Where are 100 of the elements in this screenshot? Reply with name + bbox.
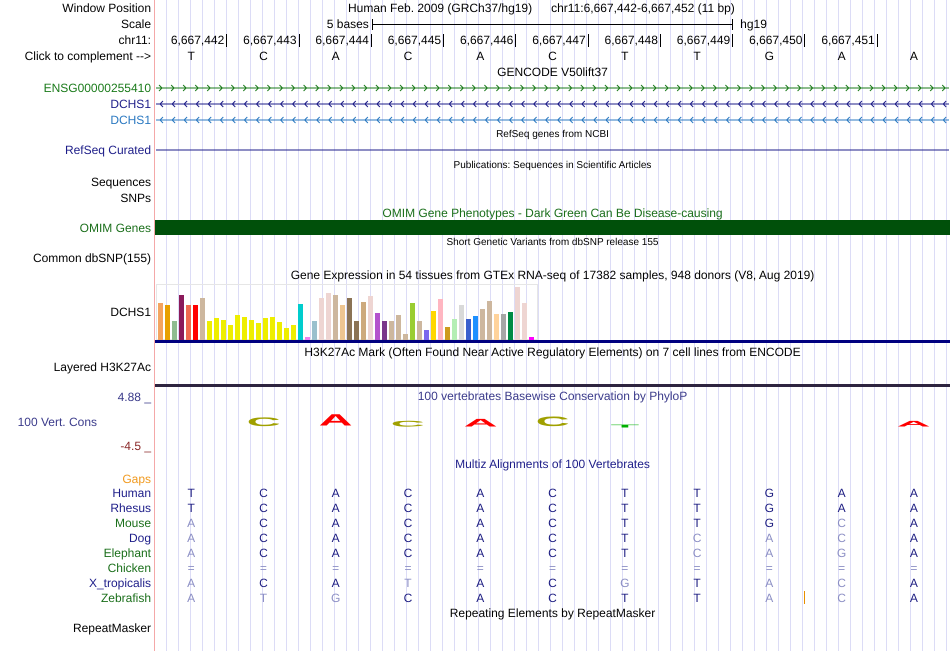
position-label: 6,667,450 — [749, 34, 806, 46]
species-label[interactable]: Mouse — [114, 516, 151, 530]
base-letter: C — [548, 486, 557, 500]
base-letter: A — [838, 500, 846, 514]
complement-link[interactable]: Click to complement --> — [24, 49, 151, 63]
base-letter: C — [547, 49, 558, 63]
base-letter: A — [330, 49, 341, 63]
track-label[interactable]: DCHS1 — [110, 113, 151, 127]
track-label[interactable]: OMIM Genes — [80, 221, 151, 235]
base-letter: = — [766, 560, 773, 574]
base-letter: C — [259, 530, 268, 544]
position-label: 6,667,444 — [315, 34, 372, 46]
logo-letter: C — [536, 414, 570, 428]
logo-letter: C — [391, 420, 425, 428]
base-letter: C — [259, 500, 268, 514]
base-letter: T — [621, 590, 628, 604]
base-letter: C — [404, 530, 412, 544]
base-letter: A — [476, 530, 484, 544]
axis-label: 4.88 _ — [118, 390, 151, 404]
base-letter: C — [259, 516, 268, 530]
species-label[interactable]: Rhesus — [110, 500, 151, 514]
base-letter: T — [621, 486, 628, 500]
position-label: 6,667,449 — [676, 34, 734, 46]
base-letter: T — [186, 49, 196, 63]
base-letter: C — [837, 530, 846, 544]
base-letter: A — [910, 590, 918, 604]
base-letter: A — [910, 546, 918, 560]
species-label[interactable]: Dog — [128, 530, 151, 544]
logo-letter: C — [246, 416, 280, 428]
base-letter: = — [260, 560, 267, 574]
base-letter: G — [331, 590, 340, 604]
base-letter: C — [258, 49, 269, 63]
gene-feature[interactable] — [156, 100, 950, 108]
track-label: Window Position — [62, 1, 151, 15]
base-letter: A — [838, 486, 846, 500]
species-label[interactable]: Chicken — [108, 560, 151, 574]
scale-assembly: hg19 — [739, 17, 768, 31]
track-label[interactable]: ENSG00000255410 — [44, 81, 151, 95]
base-letter: T — [693, 516, 701, 530]
species-label[interactable]: Elephant — [104, 546, 151, 560]
track-title: Gene Expression in 54 tissues from GTEx RNA-seq of 17382 samples, 948 donors (V8, Aug 2019) — [290, 268, 814, 282]
scale-label: 5 bases — [326, 17, 370, 31]
species-label[interactable]: Zebrafish — [100, 590, 151, 604]
base-letter: = — [910, 560, 918, 574]
base-letter: T — [693, 486, 701, 500]
base-letter: A — [765, 546, 774, 560]
base-letter: A — [187, 516, 196, 530]
logo-letter: A — [896, 420, 931, 428]
track-title: Repeating Elements by RepeatMasker — [450, 606, 656, 620]
position-label: 6,667,443 — [243, 34, 300, 46]
base-letter: A — [765, 590, 774, 604]
track-label: chr11: — [118, 33, 151, 47]
base-letter: A — [332, 500, 340, 514]
base-letter: A — [332, 516, 340, 530]
base-letter: A — [332, 486, 340, 500]
base-letter: = — [548, 560, 556, 574]
base-letter: G — [836, 546, 846, 560]
base-letter: C — [837, 590, 846, 604]
base-letter: A — [332, 576, 340, 590]
base-letter: G — [764, 486, 774, 500]
track-title: Multiz Alignments of 100 Vertebrates — [455, 456, 650, 470]
species-label[interactable]: X_tropicalis — [88, 576, 151, 590]
track-label[interactable]: DCHS1 — [110, 97, 151, 111]
base-letter: A — [476, 546, 484, 560]
position-text: chr11:6,667,442-6,667,452 (11 bp) — [551, 1, 735, 15]
track-label: Layered H3K27Ac — [54, 360, 151, 374]
base-letter: C — [259, 576, 268, 590]
track-title: OMIM Gene Phenotypes - Dark Green Can Be Disease-causing — [382, 206, 723, 220]
track-label: Scale — [120, 17, 151, 31]
base-letter: T — [620, 49, 630, 63]
base-letter: T — [693, 576, 701, 590]
base-letter: T — [621, 500, 628, 514]
base-letter: G — [764, 516, 774, 530]
base-letter: C — [548, 530, 557, 544]
base-letter: C — [548, 576, 557, 590]
base-letter: A — [910, 486, 918, 500]
base-letter: A — [765, 576, 774, 590]
base-letter: C — [548, 516, 557, 530]
position-label: 6,667,442 — [170, 34, 228, 46]
base-letter: G — [620, 576, 630, 590]
base-letter: C — [692, 530, 702, 544]
track-title: Short Genetic Variants from dbSNP release 155 — [446, 236, 658, 250]
species-label[interactable]: Human — [112, 486, 151, 500]
track-title: H3K27Ac Mark (Often Found Near Active Regulatory Elements) on 7 cell lines from ENCODE — [304, 344, 801, 358]
track-label[interactable]: 100 Vert. Cons — [18, 414, 151, 428]
base-letter: = — [188, 560, 195, 574]
base-letter: A — [476, 516, 484, 530]
track-title: RefSeq genes from NCBI — [496, 128, 609, 142]
base-letter: C — [548, 590, 557, 604]
base-letter: A — [910, 500, 918, 514]
base-letter: = — [404, 560, 412, 574]
base-letter: A — [187, 546, 196, 560]
track-label: DCHS1 — [110, 305, 151, 319]
track-label: RepeatMasker — [72, 621, 151, 635]
track-label[interactable]: RefSeq Curated — [64, 143, 151, 157]
base-letter: A — [765, 530, 774, 544]
track-label: Gaps — [122, 472, 151, 486]
track-label: SNPs — [120, 191, 151, 205]
base-letter: A — [908, 49, 919, 63]
base-letter: C — [402, 49, 414, 63]
